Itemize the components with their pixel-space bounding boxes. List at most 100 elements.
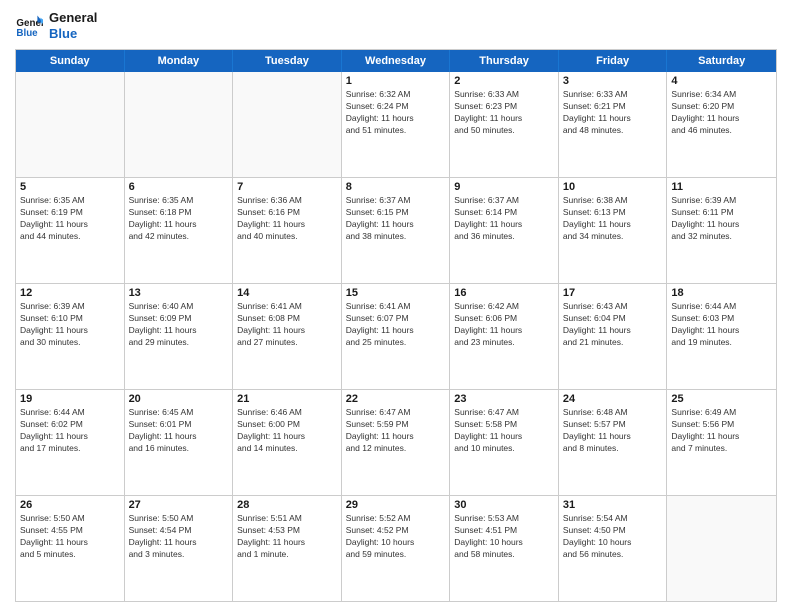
calendar-day-10: 10 Sunrise: 6:38 AM Sunset: 6:13 PM Dayli… bbox=[559, 178, 668, 283]
calendar-day-18: 18Sunrise: 6:44 AM Sunset: 6:03 PM Dayli… bbox=[667, 284, 776, 389]
weekday-header-monday: Monday bbox=[125, 50, 234, 72]
day-info: Sunrise: 6:43 AM Sunset: 6:04 PM Dayligh… bbox=[563, 301, 663, 349]
calendar-week-4: 19 Sunrise: 6:44 AM Sunset: 6:02 PM Dayli… bbox=[16, 390, 776, 496]
calendar-day-19: 19 Sunrise: 6:44 AM Sunset: 6:02 PM Dayli… bbox=[16, 390, 125, 495]
day-info: Sunrise: 6:35 AM Sunset: 6:18 PM Dayligh… bbox=[129, 195, 229, 243]
calendar-day-empty bbox=[233, 72, 342, 177]
day-info: Sunrise: 6:35 AM Sunset: 6:19 PM Dayligh… bbox=[20, 195, 120, 243]
calendar-day-28: 28 Sunrise: 5:51 AM Sunset: 4:53 PM Dayli… bbox=[233, 496, 342, 601]
calendar-day-22: 22 Sunrise: 6:47 AM Sunset: 5:59 PM Dayli… bbox=[342, 390, 451, 495]
calendar-day-13: 13 Sunrise: 6:40 AM Sunset: 6:09 PM Dayli… bbox=[125, 284, 234, 389]
calendar-day-4: 4 Sunrise: 6:34 AM Sunset: 6:20 PM Daylig… bbox=[667, 72, 776, 177]
calendar-day-2: 2 Sunrise: 6:33 AM Sunset: 6:23 PM Daylig… bbox=[450, 72, 559, 177]
day-number: 27 bbox=[129, 499, 229, 511]
calendar-day-6: 6 Sunrise: 6:35 AM Sunset: 6:18 PM Daylig… bbox=[125, 178, 234, 283]
day-number: 11 bbox=[671, 181, 772, 193]
day-number: 15 bbox=[346, 287, 446, 299]
day-number: 25 bbox=[671, 393, 772, 405]
calendar-day-17: 17 Sunrise: 6:43 AM Sunset: 6:04 PM Dayli… bbox=[559, 284, 668, 389]
weekday-header-wednesday: Wednesday bbox=[342, 50, 451, 72]
calendar-header: SundayMondayTuesdayWednesdayThursdayFrid… bbox=[16, 50, 776, 72]
day-number: 17 bbox=[563, 287, 663, 299]
day-info: Sunrise: 6:42 AM Sunset: 6:06 PM Dayligh… bbox=[454, 301, 554, 349]
day-info: Sunrise: 6:37 AM Sunset: 6:14 PM Dayligh… bbox=[454, 195, 554, 243]
page-header: General Blue General Blue bbox=[15, 10, 777, 41]
day-info: Sunrise: 6:41 AM Sunset: 6:07 PM Dayligh… bbox=[346, 301, 446, 349]
day-info: Sunrise: 6:46 AM Sunset: 6:00 PM Dayligh… bbox=[237, 407, 337, 455]
calendar-day-15: 15 Sunrise: 6:41 AM Sunset: 6:07 PM Dayli… bbox=[342, 284, 451, 389]
day-info: Sunrise: 5:50 AM Sunset: 4:55 PM Dayligh… bbox=[20, 513, 120, 561]
day-info: Sunrise: 6:41 AM Sunset: 6:08 PM Dayligh… bbox=[237, 301, 337, 349]
calendar-day-16: 16 Sunrise: 6:42 AM Sunset: 6:06 PM Dayli… bbox=[450, 284, 559, 389]
day-info: Sunrise: 6:38 AM Sunset: 6:13 PM Dayligh… bbox=[563, 195, 663, 243]
day-info: Sunrise: 6:47 AM Sunset: 5:59 PM Dayligh… bbox=[346, 407, 446, 455]
day-number: 10 bbox=[563, 181, 663, 193]
day-info: Sunrise: 6:44 AM Sunset: 6:02 PM Dayligh… bbox=[20, 407, 120, 455]
day-number: 13 bbox=[129, 287, 229, 299]
day-number: 6 bbox=[129, 181, 229, 193]
day-info: Sunrise: 5:53 AM Sunset: 4:51 PM Dayligh… bbox=[454, 513, 554, 561]
svg-text:Blue: Blue bbox=[16, 27, 38, 38]
day-number: 18 bbox=[671, 287, 772, 299]
calendar-day-empty bbox=[16, 72, 125, 177]
calendar-day-14: 14 Sunrise: 6:41 AM Sunset: 6:08 PM Dayli… bbox=[233, 284, 342, 389]
day-info: Sunrise: 5:50 AM Sunset: 4:54 PM Dayligh… bbox=[129, 513, 229, 561]
calendar-day-30: 30Sunrise: 5:53 AM Sunset: 4:51 PM Dayli… bbox=[450, 496, 559, 601]
day-number: 9 bbox=[454, 181, 554, 193]
day-number: 21 bbox=[237, 393, 337, 405]
day-number: 29 bbox=[346, 499, 446, 511]
calendar-day-24: 24 Sunrise: 6:48 AM Sunset: 5:57 PM Dayli… bbox=[559, 390, 668, 495]
day-info: Sunrise: 6:49 AM Sunset: 5:56 PM Dayligh… bbox=[671, 407, 772, 455]
logo-line2: Blue bbox=[49, 26, 97, 42]
day-number: 23 bbox=[454, 393, 554, 405]
logo-line1: General bbox=[49, 10, 97, 26]
weekday-header-sunday: Sunday bbox=[16, 50, 125, 72]
day-number: 28 bbox=[237, 499, 337, 511]
day-number: 2 bbox=[454, 75, 554, 87]
day-number: 4 bbox=[671, 75, 772, 87]
calendar-day-empty bbox=[125, 72, 234, 177]
day-info: Sunrise: 6:40 AM Sunset: 6:09 PM Dayligh… bbox=[129, 301, 229, 349]
calendar-day-20: 20 Sunrise: 6:45 AM Sunset: 6:01 PM Dayli… bbox=[125, 390, 234, 495]
logo: General Blue General Blue bbox=[15, 10, 97, 41]
day-number: 14 bbox=[237, 287, 337, 299]
calendar-day-31: 31Sunrise: 5:54 AM Sunset: 4:50 PM Dayli… bbox=[559, 496, 668, 601]
day-info: Sunrise: 6:47 AM Sunset: 5:58 PM Dayligh… bbox=[454, 407, 554, 455]
calendar-week-3: 12Sunrise: 6:39 AM Sunset: 6:10 PM Dayli… bbox=[16, 284, 776, 390]
calendar-day-9: 9 Sunrise: 6:37 AM Sunset: 6:14 PM Daylig… bbox=[450, 178, 559, 283]
day-info: Sunrise: 5:54 AM Sunset: 4:50 PM Dayligh… bbox=[563, 513, 663, 561]
day-info: Sunrise: 6:45 AM Sunset: 6:01 PM Dayligh… bbox=[129, 407, 229, 455]
weekday-header-thursday: Thursday bbox=[450, 50, 559, 72]
day-number: 7 bbox=[237, 181, 337, 193]
day-number: 20 bbox=[129, 393, 229, 405]
calendar-week-1: 1Sunrise: 6:32 AM Sunset: 6:24 PM Daylig… bbox=[16, 72, 776, 178]
calendar-day-29: 29Sunrise: 5:52 AM Sunset: 4:52 PM Dayli… bbox=[342, 496, 451, 601]
day-number: 24 bbox=[563, 393, 663, 405]
day-number: 3 bbox=[563, 75, 663, 87]
calendar-day-empty bbox=[667, 496, 776, 601]
calendar-day-27: 27 Sunrise: 5:50 AM Sunset: 4:54 PM Dayli… bbox=[125, 496, 234, 601]
weekday-header-tuesday: Tuesday bbox=[233, 50, 342, 72]
calendar-day-8: 8Sunrise: 6:37 AM Sunset: 6:15 PM Daylig… bbox=[342, 178, 451, 283]
calendar-week-5: 26 Sunrise: 5:50 AM Sunset: 4:55 PM Dayli… bbox=[16, 496, 776, 601]
calendar-day-23: 23 Sunrise: 6:47 AM Sunset: 5:58 PM Dayli… bbox=[450, 390, 559, 495]
day-number: 19 bbox=[20, 393, 120, 405]
day-info: Sunrise: 6:39 AM Sunset: 6:11 PM Dayligh… bbox=[671, 195, 772, 243]
calendar: SundayMondayTuesdayWednesdayThursdayFrid… bbox=[15, 49, 777, 602]
calendar-day-1: 1Sunrise: 6:32 AM Sunset: 6:24 PM Daylig… bbox=[342, 72, 451, 177]
calendar-day-12: 12Sunrise: 6:39 AM Sunset: 6:10 PM Dayli… bbox=[16, 284, 125, 389]
day-number: 22 bbox=[346, 393, 446, 405]
day-info: Sunrise: 6:33 AM Sunset: 6:21 PM Dayligh… bbox=[563, 89, 663, 137]
calendar-body: 1Sunrise: 6:32 AM Sunset: 6:24 PM Daylig… bbox=[16, 72, 776, 601]
day-info: Sunrise: 6:48 AM Sunset: 5:57 PM Dayligh… bbox=[563, 407, 663, 455]
calendar-week-2: 5Sunrise: 6:35 AM Sunset: 6:19 PM Daylig… bbox=[16, 178, 776, 284]
day-info: Sunrise: 5:51 AM Sunset: 4:53 PM Dayligh… bbox=[237, 513, 337, 561]
day-info: Sunrise: 6:34 AM Sunset: 6:20 PM Dayligh… bbox=[671, 89, 772, 137]
day-info: Sunrise: 6:33 AM Sunset: 6:23 PM Dayligh… bbox=[454, 89, 554, 137]
day-number: 26 bbox=[20, 499, 120, 511]
calendar-day-26: 26 Sunrise: 5:50 AM Sunset: 4:55 PM Dayli… bbox=[16, 496, 125, 601]
weekday-header-friday: Friday bbox=[559, 50, 668, 72]
day-info: Sunrise: 6:37 AM Sunset: 6:15 PM Dayligh… bbox=[346, 195, 446, 243]
day-number: 16 bbox=[454, 287, 554, 299]
calendar-day-7: 7Sunrise: 6:36 AM Sunset: 6:16 PM Daylig… bbox=[233, 178, 342, 283]
